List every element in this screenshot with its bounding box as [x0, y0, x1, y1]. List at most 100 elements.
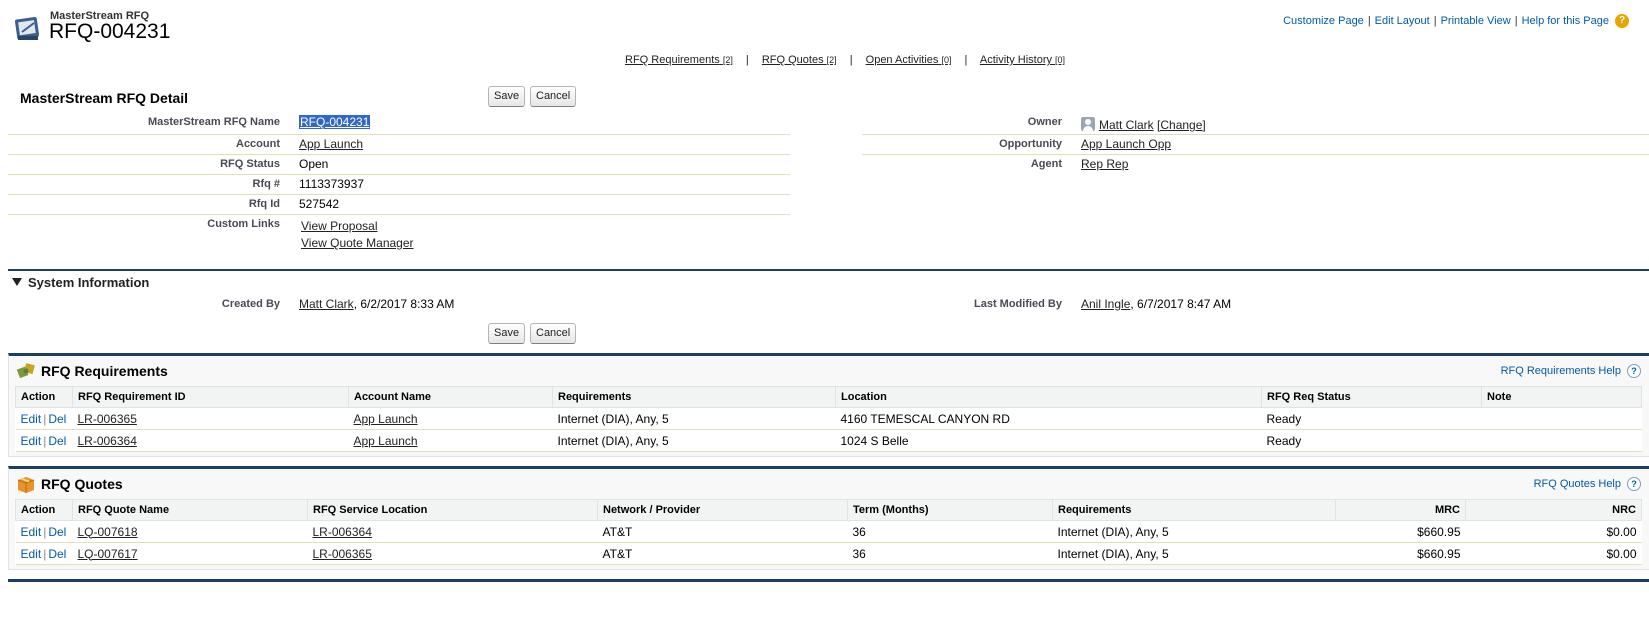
quote-name-link[interactable]: LQ-007618 — [78, 525, 138, 539]
quote-name-link[interactable]: LQ-007617 — [78, 547, 138, 561]
note-cell — [1481, 429, 1642, 452]
view-quote-manager-link[interactable]: View Quote Manager — [301, 236, 414, 250]
opportunity-link[interactable]: App Launch Opp — [1081, 137, 1171, 151]
related-link-open-activities[interactable]: Open Activities [0] — [866, 54, 952, 66]
divider — [8, 214, 790, 215]
view-proposal-link[interactable]: View Proposal — [301, 219, 378, 233]
term-cell: 36 — [847, 520, 1053, 543]
rfq-quotes-help-link[interactable]: RFQ Quotes Help — [1534, 478, 1621, 490]
divider — [8, 174, 790, 175]
cancel-button-top[interactable]: Cancel — [530, 86, 577, 107]
puzzle-icon — [16, 363, 35, 379]
column-header[interactable]: Network / Provider — [597, 499, 848, 521]
help-icon[interactable]: ? — [1627, 477, 1641, 491]
page-links: Customize Page | Edit Layout | Printable V… — [1283, 14, 1629, 28]
modified-by-user-link[interactable]: Anil Ingle — [1081, 297, 1130, 311]
field-label-created-by: Created By — [221, 298, 280, 310]
rfq-requirements-help-link[interactable]: RFQ Requirements Help — [1501, 365, 1621, 377]
field-label-agent: Agent — [1030, 158, 1062, 170]
rfq-record-icon — [14, 16, 40, 40]
field-label-rfq-number: Rfq # — [252, 178, 281, 190]
related-link-quotes[interactable]: RFQ Quotes [2] — [762, 54, 837, 66]
save-button-top[interactable]: Save — [488, 86, 526, 107]
column-header[interactable]: Location — [835, 386, 1262, 408]
requirement-id-link[interactable]: LR-006364 — [78, 434, 137, 448]
account-name-link[interactable]: App Launch — [354, 434, 418, 448]
rfq-requirements-list: RFQ Requirements RFQ Requirements Help ?… — [8, 353, 1649, 457]
mrc-cell: $660.95 — [1335, 542, 1466, 565]
nrc-cell: $0.00 — [1465, 520, 1642, 543]
account-name-link[interactable]: App Launch — [354, 412, 418, 426]
modified-by-date: , 6/7/2017 8:47 AM — [1130, 297, 1232, 311]
delete-link[interactable]: Del — [48, 525, 66, 539]
table-header-row: Action RFQ Quote Name RFQ Service Locati… — [15, 499, 1642, 521]
help-icon[interactable]: ? — [1615, 14, 1629, 28]
edit-layout-link[interactable]: Edit Layout — [1375, 15, 1430, 27]
term-cell: 36 — [847, 542, 1053, 565]
column-header[interactable]: RFQ Req Status — [1261, 386, 1482, 408]
column-header[interactable]: MRC — [1335, 499, 1466, 521]
divider — [8, 194, 790, 195]
related-link-activity-history[interactable]: Activity History [0] — [980, 54, 1065, 66]
column-header[interactable]: Requirements — [1052, 499, 1336, 521]
requirements-cell: Internet (DIA), Any, 5 — [552, 407, 836, 430]
field-label-opportunity: Opportunity — [999, 138, 1062, 150]
rfq-name-value[interactable]: RFQ-004231 — [299, 115, 371, 129]
note-cell — [1481, 407, 1642, 430]
customize-page-link[interactable]: Customize Page — [1283, 15, 1364, 27]
requirements-cell: Internet (DIA), Any, 5 — [552, 429, 836, 452]
box-icon — [17, 477, 35, 493]
delete-link[interactable]: Del — [48, 434, 66, 448]
status-cell: Ready — [1261, 429, 1482, 452]
requirement-id-link[interactable]: LR-006365 — [78, 412, 137, 426]
column-header[interactable]: Note — [1481, 386, 1642, 408]
column-header[interactable]: RFQ Quote Name — [72, 499, 308, 521]
table-row: Edit | Del LR-006365 App Launch Internet (… — [15, 407, 1642, 430]
field-label-rfq-status: RFQ Status — [220, 158, 280, 170]
table-row: Edit | Del LQ-007618 LR-006364 AT&T 36 Int… — [15, 520, 1642, 543]
created-by-date: , 6/2/2017 8:33 AM — [353, 297, 455, 311]
account-link[interactable]: App Launch — [299, 137, 363, 151]
edit-link[interactable]: Edit — [21, 412, 42, 426]
table-header-row: Action RFQ Requirement ID Account Name R… — [15, 386, 1642, 408]
edit-link[interactable]: Edit — [21, 547, 42, 561]
divider — [862, 134, 1649, 135]
column-header[interactable]: Term (Months) — [847, 499, 1053, 521]
column-header: Action — [15, 499, 73, 521]
help-page-link[interactable]: Help for this Page — [1522, 15, 1609, 27]
help-icon[interactable]: ? — [1627, 364, 1641, 378]
location-cell: 4160 TEMESCAL CANYON RD — [835, 407, 1262, 430]
rfq-quotes-title: RFQ Quotes — [41, 476, 123, 492]
related-link-requirements[interactable]: RFQ Requirements [2] — [625, 54, 733, 66]
column-header[interactable]: Account Name — [348, 386, 553, 408]
agent-link[interactable]: Rep Rep — [1081, 157, 1128, 171]
status-cell: Ready — [1261, 407, 1482, 430]
provider-cell: AT&T — [597, 542, 848, 565]
service-location-link[interactable]: LR-006364 — [313, 525, 372, 539]
cancel-button-bottom[interactable]: Cancel — [530, 323, 577, 344]
edit-link[interactable]: Edit — [21, 434, 42, 448]
delete-link[interactable]: Del — [48, 412, 66, 426]
save-button-bottom[interactable]: Save — [488, 323, 526, 344]
column-header[interactable]: NRC — [1465, 499, 1642, 521]
column-header[interactable]: Requirements — [552, 386, 836, 408]
owner-link[interactable]: Matt Clark — [1099, 118, 1154, 132]
printable-view-link[interactable]: Printable View — [1441, 15, 1511, 27]
column-header[interactable]: RFQ Requirement ID — [72, 386, 349, 408]
field-label-custom-links: Custom Links — [207, 218, 280, 230]
system-info-header[interactable]: System Information — [12, 275, 149, 290]
field-label-account: Account — [236, 138, 280, 150]
rfq-requirements-title: RFQ Requirements — [41, 363, 168, 379]
delete-link[interactable]: Del — [48, 547, 66, 561]
section-divider — [8, 269, 1649, 271]
change-owner-link[interactable]: [Change] — [1157, 118, 1206, 132]
divider — [862, 154, 1649, 155]
collapse-triangle-icon[interactable] — [12, 278, 22, 286]
column-header[interactable]: RFQ Service Location — [307, 499, 598, 521]
field-label-owner: Owner — [1027, 116, 1062, 128]
created-by-user-link[interactable]: Matt Clark — [299, 297, 354, 311]
rfq-quotes-list: RFQ Quotes RFQ Quotes Help ? Action RFQ … — [8, 466, 1649, 570]
service-location-link[interactable]: LR-006365 — [313, 547, 372, 561]
edit-link[interactable]: Edit — [21, 525, 42, 539]
user-avatar-icon — [1081, 117, 1095, 131]
